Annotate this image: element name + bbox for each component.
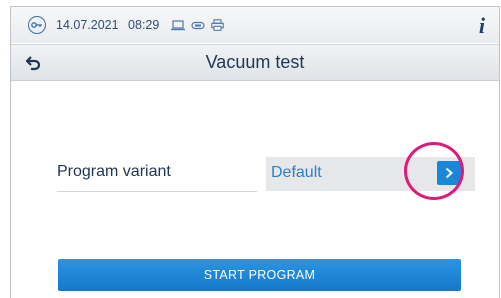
program-variant-value: Default <box>271 164 322 181</box>
back-button[interactable] <box>23 53 43 73</box>
title-bar: Vacuum test <box>11 44 499 81</box>
program-variant-selector[interactable]: Default <box>266 157 475 191</box>
program-variant-label: Program variant <box>57 157 257 192</box>
program-variant-row: Program variant Default <box>57 157 475 193</box>
chevron-right-icon <box>445 167 453 179</box>
start-program-button[interactable]: START PROGRAM <box>58 259 461 291</box>
printer-icon <box>211 19 225 31</box>
back-arrow-icon <box>25 56 41 71</box>
device-screen: 14.07.2021 08:29 i Vacuum test Program v… <box>10 6 500 298</box>
laptop-icon <box>171 19 186 31</box>
key-icon <box>28 16 46 34</box>
date-text: 14.07.2021 <box>56 18 119 32</box>
page-title: Vacuum test <box>205 52 305 72</box>
datetime: 14.07.2021 08:29 <box>56 18 165 32</box>
program-variant-next-button[interactable] <box>437 161 461 185</box>
info-icon[interactable]: i <box>479 13 485 39</box>
status-bar: 14.07.2021 08:29 i <box>11 7 499 43</box>
time-text: 08:29 <box>128 18 160 32</box>
usb-icon <box>191 21 205 30</box>
